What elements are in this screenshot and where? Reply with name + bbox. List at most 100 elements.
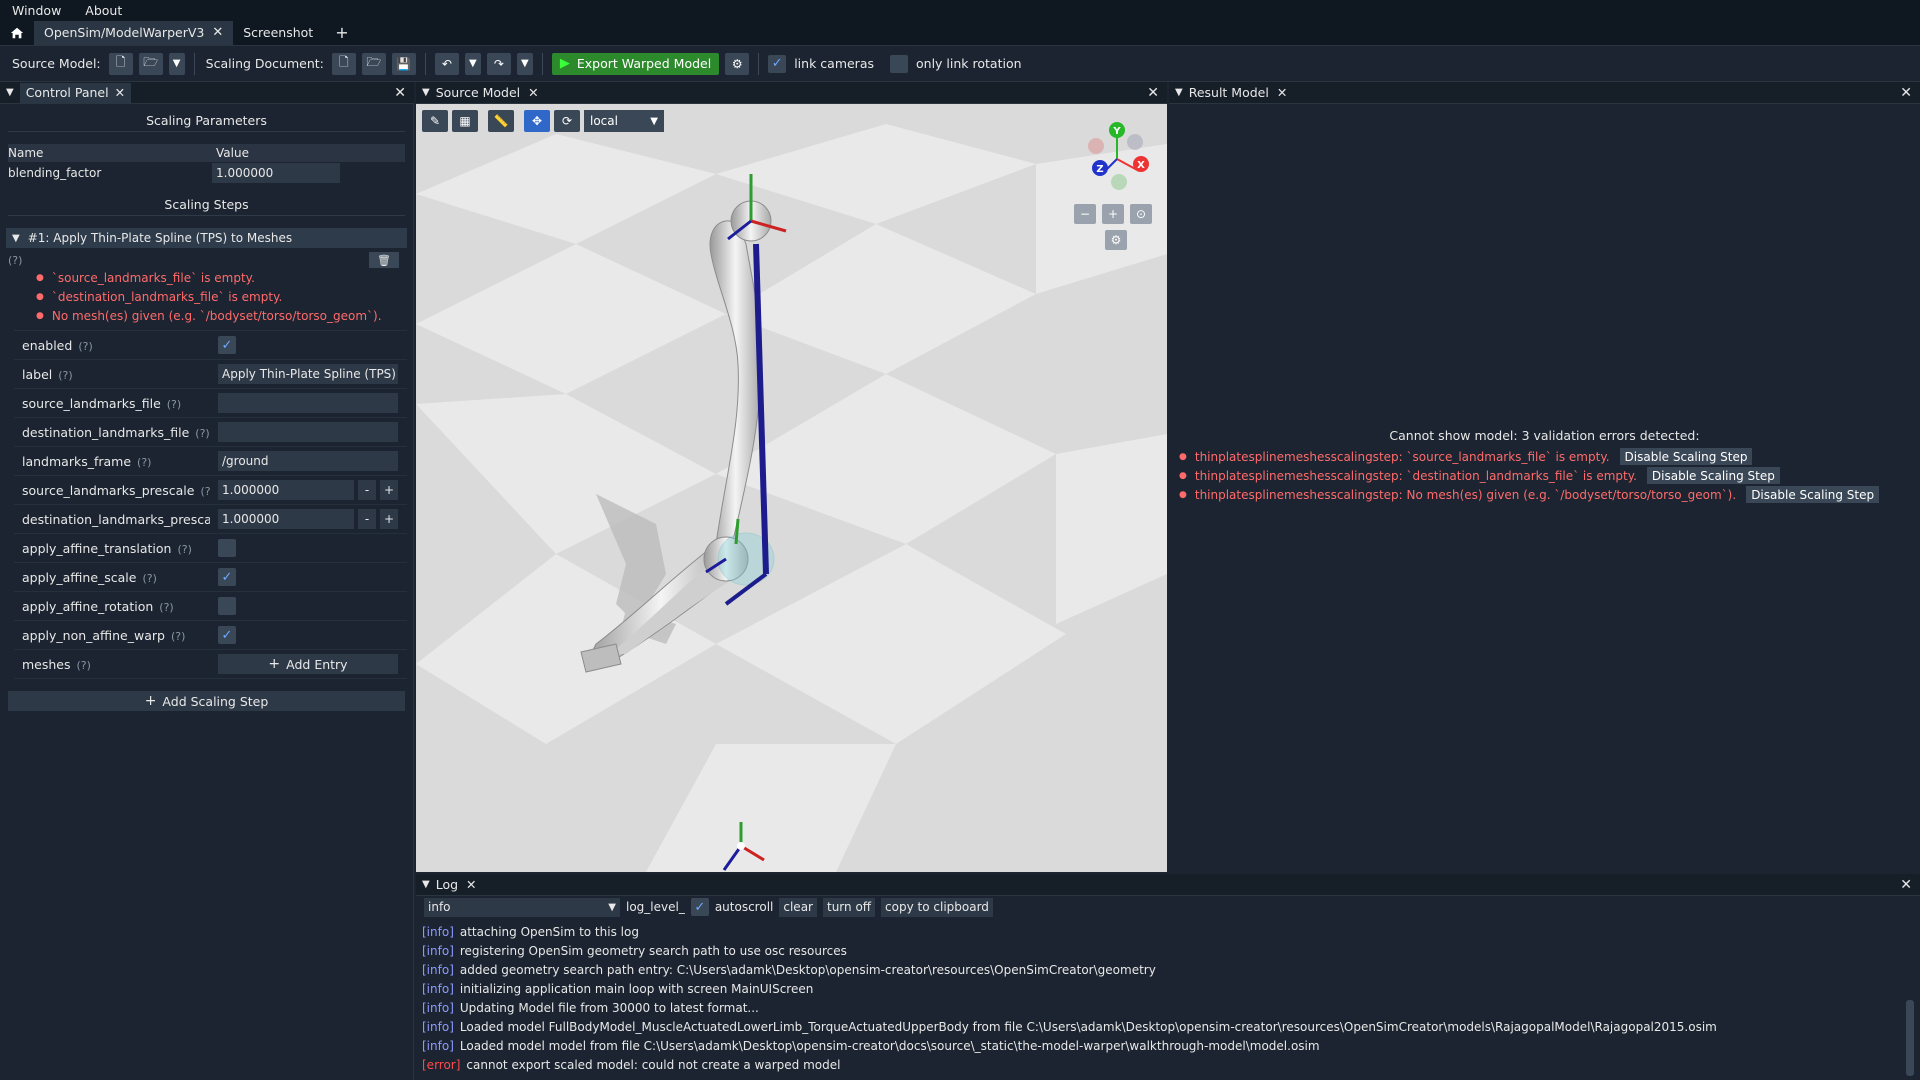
close-icon[interactable]: ✕	[528, 85, 538, 100]
close-icon[interactable]: ✕	[212, 25, 223, 40]
source-landmarks-file-input[interactable]	[218, 393, 398, 413]
help-mark[interactable]: (?)	[77, 659, 91, 672]
help-mark[interactable]: (?)	[142, 572, 156, 585]
export-warped-model-button[interactable]: ▶ Export Warped Model	[551, 52, 720, 75]
turn-off-button[interactable]: turn off	[822, 897, 876, 917]
disable-scaling-step-button[interactable]: Disable Scaling Step	[1619, 448, 1753, 465]
rotate-icon[interactable]: ⟳	[554, 110, 580, 132]
add-scaling-step-button[interactable]: + Add Scaling Step	[8, 691, 405, 711]
decrement-button[interactable]: -	[358, 509, 376, 529]
apply-affine-scale-checkbox[interactable]: ✓	[218, 568, 236, 586]
help-mark[interactable]: (?)	[159, 601, 173, 614]
tab-model-warper[interactable]: OpenSim/ModelWarperV3 ✕	[34, 20, 234, 45]
label-input[interactable]: Apply Thin-Plate Spline (TPS) to Meshes	[218, 364, 398, 384]
export-settings-button[interactable]: ⚙	[725, 52, 750, 75]
close-panel-icon[interactable]: ✕	[394, 85, 406, 101]
disable-scaling-step-button[interactable]: Disable Scaling Step	[1646, 467, 1780, 484]
frame-select[interactable]: local ▼	[584, 110, 664, 132]
source-model-dropdown[interactable]: ▼	[168, 52, 185, 75]
add-entry-button[interactable]: + Add Entry	[218, 654, 398, 674]
help-mark[interactable]: (?)	[200, 485, 210, 498]
only-link-rotation-checkbox[interactable]	[890, 54, 908, 73]
log-scrollbar[interactable]	[1906, 1000, 1914, 1076]
menu-window[interactable]: Window	[0, 3, 73, 18]
save-scaling-document-button[interactable]: 💾	[391, 52, 416, 75]
redo-history-dropdown[interactable]: ▼	[516, 52, 533, 75]
help-mark[interactable]: (?)	[171, 630, 185, 643]
collapse-triangle-icon[interactable]: ▼	[1175, 87, 1183, 98]
col-name: Name	[8, 146, 44, 160]
ruler-icon[interactable]: 📏	[488, 110, 514, 132]
close-icon[interactable]: ✕	[115, 85, 125, 100]
validation-error: ● thinplatesplinemeshesscalingstep: No m…	[1169, 485, 1920, 504]
close-panel-icon[interactable]: ✕	[1147, 85, 1159, 101]
scaling-step-header[interactable]: ▼ #1: Apply Thin-Plate Spline (TPS) to M…	[6, 228, 407, 248]
undo-history-dropdown[interactable]: ▼	[464, 52, 481, 75]
increment-button[interactable]: +	[380, 509, 398, 529]
zoom-fit-icon[interactable]: ⊙	[1130, 204, 1152, 224]
source-model-label: Source Model:	[12, 56, 101, 71]
open-source-model-button[interactable]: 🗁	[138, 52, 163, 75]
undo-icon: ↶	[441, 56, 452, 71]
new-source-model-button[interactable]: 🗋	[108, 52, 133, 75]
close-icon[interactable]: ✕	[1277, 85, 1287, 100]
scene-layers-icon[interactable]: ▦	[452, 110, 478, 132]
tab-screenshot[interactable]: Screenshot	[233, 21, 323, 45]
source-model-viewport[interactable]: Y X Z ✎ ▦ 📏 ✥ ⟳ local ▼ − + ⊙ ⚙	[416, 104, 1167, 872]
add-entry-label: Add Entry	[286, 656, 348, 672]
eraser-icon[interactable]: ✎	[422, 110, 448, 132]
autoscroll-checkbox[interactable]: ✓	[690, 898, 709, 916]
apply-non-affine-warp-checkbox[interactable]: ✓	[218, 626, 236, 644]
landmarks-frame-input[interactable]: /ground	[218, 451, 398, 471]
collapse-triangle-icon[interactable]: ▼	[6, 87, 14, 98]
undo-button[interactable]: ↶	[434, 52, 459, 75]
enabled-checkbox[interactable]: ✓	[218, 336, 236, 354]
help-mark[interactable]: (?)	[8, 254, 22, 267]
gear-icon[interactable]: ⚙	[1105, 230, 1127, 250]
help-mark[interactable]: (?)	[137, 456, 151, 469]
log-text: Updating Model file from 30000 to latest…	[459, 1000, 759, 1015]
log-line: [info] Loaded model FullBodyModel_MuscleA…	[422, 1017, 1902, 1036]
new-scaling-document-button[interactable]: 🗋	[331, 52, 356, 75]
destination-prescale-input[interactable]: 1.000000	[218, 509, 354, 529]
clear-button[interactable]: clear	[779, 897, 817, 917]
help-mark[interactable]: (?)	[167, 398, 181, 411]
add-tab-button[interactable]: +	[323, 21, 360, 45]
move-icon[interactable]: ✥	[524, 110, 550, 132]
source-prescale-input[interactable]: 1.000000	[218, 480, 354, 500]
apply-affine-rotation-checkbox[interactable]	[218, 597, 236, 615]
log-level-select[interactable]: info ▼	[424, 897, 620, 917]
log-level: [info]	[422, 924, 454, 939]
gizmo-y-label: Y	[1112, 126, 1121, 137]
link-cameras-checkbox[interactable]: ✓	[768, 54, 787, 73]
zoom-out-icon[interactable]: −	[1074, 204, 1096, 224]
help-mark[interactable]: (?)	[177, 543, 191, 556]
collapse-triangle-icon[interactable]: ▼	[422, 87, 430, 98]
add-scaling-step-label: Add Scaling Step	[162, 693, 269, 709]
blending-factor-input[interactable]: 1.000000	[212, 163, 340, 183]
redo-button[interactable]: ↷	[486, 52, 511, 75]
open-scaling-document-button[interactable]: 🗁	[361, 52, 386, 75]
collapse-triangle-icon[interactable]: ▼	[422, 879, 430, 890]
help-mark[interactable]: (?)	[58, 369, 72, 382]
apply-affine-translation-checkbox[interactable]	[218, 539, 236, 557]
close-panel-icon[interactable]: ✕	[1900, 85, 1912, 101]
help-mark[interactable]: (?)	[78, 340, 92, 353]
zoom-in-icon[interactable]: +	[1102, 204, 1124, 224]
menu-about[interactable]: About	[73, 3, 134, 18]
increment-button[interactable]: +	[380, 480, 398, 500]
destination-landmarks-file-input[interactable]	[218, 422, 398, 442]
disable-scaling-step-button[interactable]: Disable Scaling Step	[1746, 486, 1880, 503]
close-icon[interactable]: ✕	[466, 877, 476, 892]
close-panel-icon[interactable]: ✕	[1900, 877, 1912, 893]
tab-label: OpenSim/ModelWarperV3	[44, 25, 205, 40]
log-text: Loaded model model from file C:\Users\ad…	[459, 1038, 1320, 1053]
step-error: ● `source_landmarks_file` is empty.	[0, 268, 413, 287]
copy-to-clipboard-button[interactable]: copy to clipboard	[881, 897, 993, 917]
log-line: [info] added geometry search path entry: …	[422, 960, 1902, 979]
home-button[interactable]	[0, 21, 34, 45]
delete-step-button[interactable]: 🗑	[369, 252, 399, 268]
help-mark[interactable]: (?)	[195, 427, 209, 440]
decrement-button[interactable]: -	[358, 480, 376, 500]
control-panel-tab[interactable]: Control Panel ✕	[19, 82, 132, 103]
